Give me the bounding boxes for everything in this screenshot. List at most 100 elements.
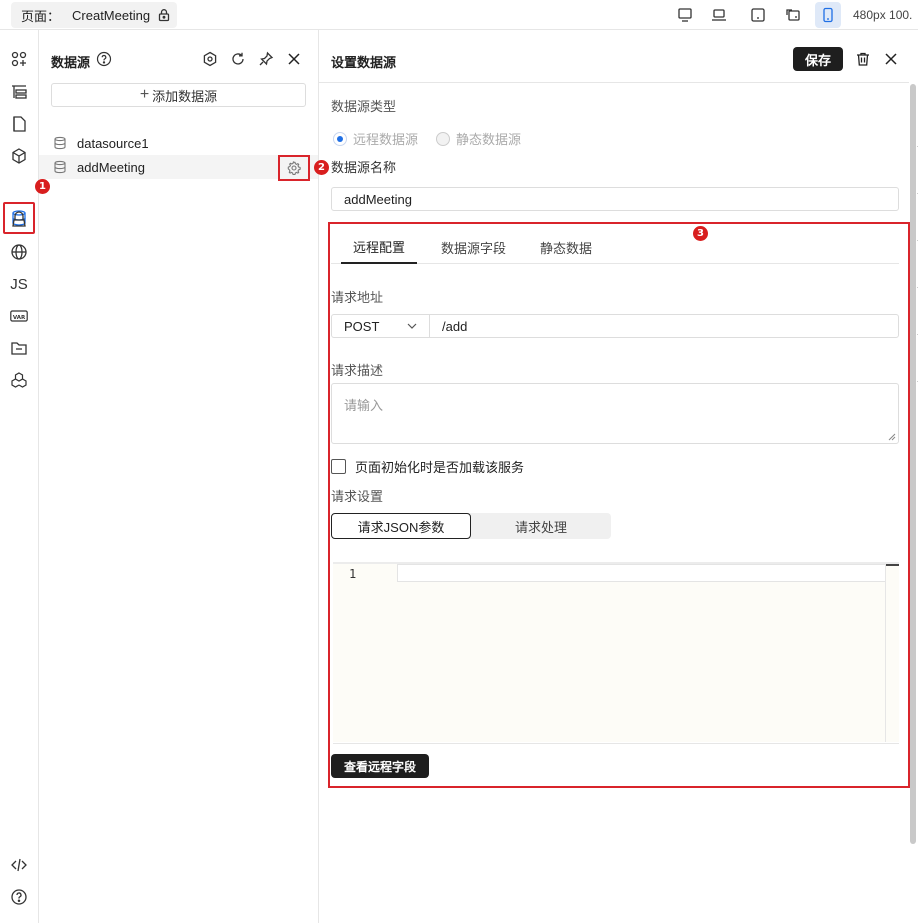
outline-tree-icon <box>12 85 27 99</box>
code-icon <box>11 858 27 872</box>
left-icon-rail: 1 JS VAR <box>0 30 50 923</box>
save-button[interactable]: 保存 <box>793 47 843 71</box>
add-datasource-button[interactable]: + 添加数据源 <box>51 83 306 107</box>
tablet-rotate-view-button[interactable] <box>781 3 805 27</box>
rail-plugins-button[interactable] <box>7 368 31 392</box>
type-radio-group: 远程数据源 静态数据源 <box>333 129 539 148</box>
database-icon <box>53 160 67 174</box>
folder-icon <box>11 342 27 355</box>
tab-request-json[interactable]: 请求JSON参数 <box>331 513 471 539</box>
chevron-down-icon <box>407 323 417 329</box>
radio-static-circle[interactable] <box>436 131 451 146</box>
top-toolbar: 页面： CreatMeeting 480px 100. <box>0 0 918 30</box>
settings-hex-icon <box>203 51 217 67</box>
panel-scrollbar[interactable] <box>910 84 916 844</box>
view-remote-fields-button[interactable]: 查看远程字段 <box>331 754 429 778</box>
js-icon: JS <box>10 275 28 293</box>
tablet-view-button[interactable] <box>746 3 770 27</box>
config-tabs: 远程配置 数据源字段 静态数据 <box>331 230 899 264</box>
rail-help-button[interactable] <box>7 885 31 909</box>
init-load-label: 页面初始化时是否加载该服务 <box>355 460 525 475</box>
request-url-group: POST /add <box>331 314 899 338</box>
rail-variables-button[interactable]: VAR <box>7 304 31 328</box>
rail-bridge-button[interactable] <box>7 208 31 232</box>
plugins-cubes-icon <box>11 372 27 388</box>
method-value: POST <box>344 318 380 334</box>
method-select[interactable]: POST <box>332 315 430 337</box>
tab-datasource-fields[interactable]: 数据源字段 <box>441 230 506 264</box>
laptop-view-button[interactable] <box>707 3 731 27</box>
radio-static-label: 静态数据源 <box>456 132 522 147</box>
cube-icon <box>12 148 26 164</box>
description-textarea[interactable]: 请输入 <box>331 383 899 444</box>
desktop-view-button[interactable] <box>673 3 697 27</box>
resize-grip-icon[interactable] <box>888 433 896 441</box>
lock-button[interactable] <box>151 2 177 28</box>
radio-remote-label: 远程数据源 <box>353 132 419 147</box>
editor-active-line[interactable] <box>397 564 886 582</box>
tab-remote-config[interactable]: 远程配置 <box>341 230 418 264</box>
tab-request-handler[interactable]: 请求处理 <box>471 513 611 539</box>
desc-label: 请求描述 <box>331 363 384 378</box>
canvas-size-text: 480px 100. <box>853 8 913 22</box>
datasource-item-name: datasource1 <box>77 135 149 151</box>
help-icon <box>11 889 27 905</box>
datasource-name-input[interactable]: addMeeting <box>331 187 899 211</box>
close-settings-button[interactable] <box>882 50 900 68</box>
json-code-editor[interactable]: 1 <box>333 562 899 744</box>
tab-static-data[interactable]: 静态数据 <box>540 230 592 264</box>
datasource-settings-button[interactable] <box>278 155 310 181</box>
refresh-button[interactable] <box>229 50 247 68</box>
datasource-item-selected[interactable]: addMeeting <box>39 155 318 179</box>
delete-button[interactable] <box>854 50 872 68</box>
editor-scrollbar[interactable] <box>885 564 899 742</box>
mobile-view-button[interactable] <box>815 2 841 28</box>
components-icon <box>11 51 27 67</box>
radio-static[interactable]: 静态数据源 <box>436 129 521 148</box>
radio-remote[interactable]: 远程数据源 <box>333 129 418 148</box>
datasource-item-name: addMeeting <box>77 159 145 175</box>
editor-bottom-border <box>333 743 899 744</box>
page-file-icon <box>13 116 26 132</box>
description-placeholder: 请输入 <box>344 398 384 413</box>
url-input[interactable]: /add <box>430 319 467 334</box>
page-name: CreatMeeting <box>72 7 151 23</box>
tablet-rotate-icon <box>786 9 800 21</box>
settings-panel-title: 设置数据源 <box>331 55 397 70</box>
help-icon[interactable] <box>96 51 112 70</box>
datasource-settings-panel: 设置数据源 保存 数据源类型 远程数据源 静态数据源 数据源名称 addMeet… <box>319 30 918 923</box>
init-load-checkbox-row[interactable]: 页面初始化时是否加载该服务 <box>331 457 524 476</box>
settings-hex-button[interactable] <box>201 50 219 68</box>
rail-outline-button[interactable] <box>7 80 31 104</box>
gear-icon <box>287 161 301 175</box>
rail-components-button[interactable] <box>7 47 31 71</box>
page-selector[interactable]: 页面： CreatMeeting <box>11 2 163 28</box>
add-datasource-label: 添加数据源 <box>152 88 218 104</box>
name-label: 数据源名称 <box>331 160 397 175</box>
datasource-panel-title: 数据源 <box>51 55 91 70</box>
desktop-icon <box>678 8 692 22</box>
editor-scroll-thumb[interactable] <box>886 564 899 566</box>
rail-blocks-button[interactable] <box>7 144 31 168</box>
init-load-checkbox[interactable] <box>331 459 346 474</box>
close-panel-button[interactable] <box>285 50 303 68</box>
lock-icon <box>158 9 170 22</box>
pin-button[interactable] <box>257 50 275 68</box>
var-icon: VAR <box>10 310 28 322</box>
datasource-item[interactable]: datasource1 <box>39 131 318 155</box>
plus-icon: + <box>139 86 150 103</box>
laptop-icon <box>712 9 726 21</box>
rail-folder-button[interactable] <box>7 336 31 360</box>
globe-icon <box>11 244 27 260</box>
request-settings-label: 请求设置 <box>331 489 384 504</box>
type-label: 数据源类型 <box>331 99 397 114</box>
rail-js-button[interactable]: JS <box>7 272 31 296</box>
rail-pages-button[interactable] <box>7 112 31 136</box>
radio-remote-circle[interactable] <box>333 131 347 146</box>
trash-icon <box>857 52 869 66</box>
close-icon <box>885 53 897 65</box>
request-settings-tabs: 请求JSON参数 请求处理 <box>331 513 611 539</box>
rail-i18n-button[interactable] <box>7 240 31 264</box>
page-label: 页面： <box>21 8 61 24</box>
rail-source-code-button[interactable] <box>7 853 31 877</box>
